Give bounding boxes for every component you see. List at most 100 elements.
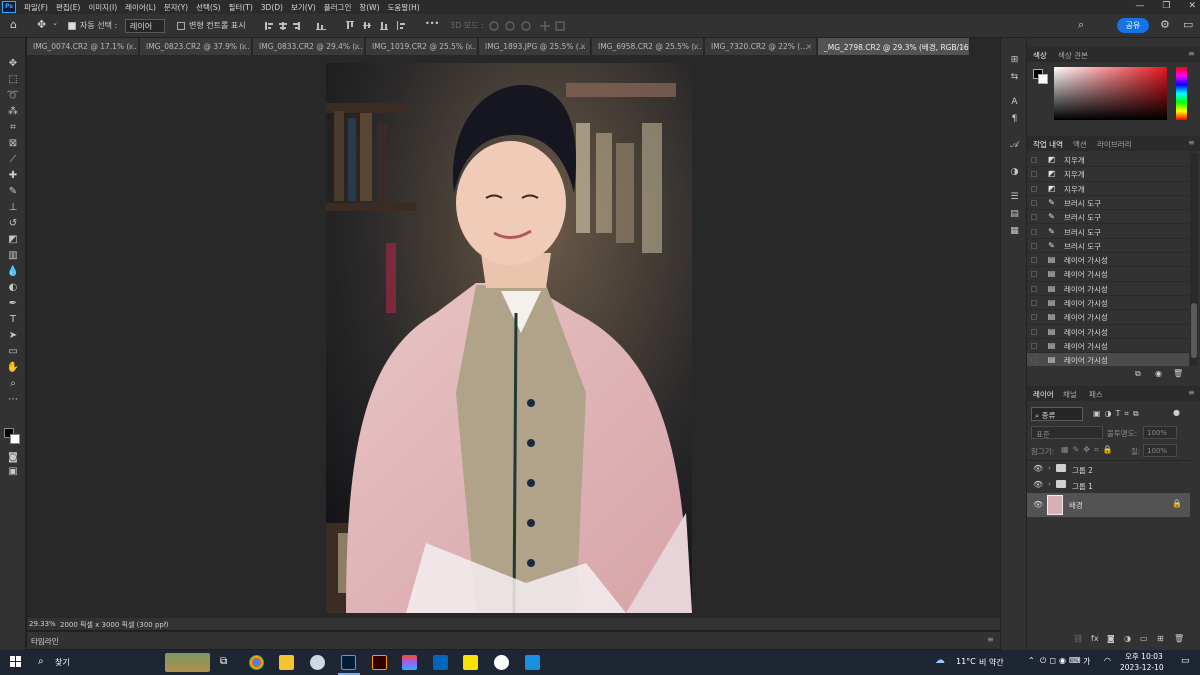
marquee-tool-icon[interactable]: ⬚ bbox=[6, 74, 20, 86]
app-store-icon[interactable] bbox=[525, 655, 540, 670]
close-tab-icon[interactable]: × bbox=[580, 42, 586, 51]
align-buttons-icon[interactable] bbox=[264, 20, 334, 32]
clock-time[interactable]: 오후 10:03 bbox=[1125, 651, 1163, 662]
app-icon[interactable] bbox=[310, 655, 325, 670]
clone-stamp-tool-icon[interactable]: ⊥ bbox=[6, 202, 20, 214]
document-tab[interactable]: IMG_0074.CR2 @ 17.1% (... × bbox=[27, 38, 139, 55]
blur-tool-icon[interactable]: 💧 bbox=[6, 266, 20, 278]
gradients-icon[interactable]: ▤ bbox=[1008, 208, 1021, 220]
tab-swatches[interactable]: 색상 견본 bbox=[1058, 50, 1088, 61]
properties-icon[interactable]: ⊞ bbox=[1008, 54, 1021, 66]
history-snapshot-checkbox[interactable] bbox=[1031, 157, 1037, 163]
scrollbar-thumb[interactable] bbox=[1191, 303, 1197, 358]
hue-slider[interactable] bbox=[1176, 67, 1187, 120]
chevron-right-icon[interactable]: › bbox=[1048, 480, 1051, 488]
history-snapshot-checkbox[interactable] bbox=[1031, 242, 1037, 249]
layer-filter-dropdown[interactable]: ⌕ 종류 bbox=[1031, 407, 1083, 421]
menu-select[interactable]: 선택(S) bbox=[196, 2, 220, 13]
history-snapshot-checkbox[interactable] bbox=[1031, 300, 1037, 306]
trash-icon[interactable]: 🗑 bbox=[1173, 369, 1183, 378]
menu-help[interactable]: 도움말(H) bbox=[388, 2, 420, 13]
chevron-down-icon[interactable]: ⌄ bbox=[52, 19, 58, 27]
task-view-icon[interactable]: ⧉ bbox=[220, 656, 227, 667]
document-photo[interactable] bbox=[326, 63, 692, 613]
lock-options-icons[interactable]: ▦✎✥⌗🔒 bbox=[1061, 445, 1116, 455]
history-item[interactable]: ▤ 레이어 가시성 bbox=[1027, 282, 1189, 296]
lasso-tool-icon[interactable]: ➰ bbox=[6, 90, 20, 102]
filter-toggle-icon[interactable]: ● bbox=[1173, 408, 1180, 417]
eraser-tool-icon[interactable]: ◩ bbox=[6, 234, 20, 246]
history-item-selected[interactable]: ▤ 레이어 가시성 bbox=[1027, 353, 1189, 366]
history-item[interactable]: ▤ 레이어 가시성 bbox=[1027, 296, 1189, 311]
background-color-swatch[interactable] bbox=[10, 434, 20, 444]
vscode-icon[interactable] bbox=[433, 655, 448, 670]
hand-tool-icon[interactable]: ✋ bbox=[6, 362, 20, 374]
type-tool-icon[interactable]: T bbox=[6, 314, 20, 326]
maximize-button[interactable]: ❐ bbox=[1162, 0, 1170, 13]
snapshot-camera-icon[interactable]: ◉ bbox=[1155, 369, 1162, 378]
tab-history[interactable]: 작업 내역 bbox=[1033, 139, 1063, 150]
tab-channels[interactable]: 채널 bbox=[1063, 389, 1077, 400]
screen-mode-icon[interactable]: ▣ bbox=[6, 466, 20, 478]
minimize-button[interactable]: — bbox=[1135, 0, 1144, 13]
tab-libraries[interactable]: 라이브러리 bbox=[1097, 139, 1132, 150]
new-group-icon[interactable]: ▭ bbox=[1140, 634, 1148, 643]
history-item[interactable]: ✎ 브러시 도구 bbox=[1027, 239, 1189, 254]
notification-icon[interactable]: ▭ bbox=[1181, 656, 1190, 666]
history-item[interactable]: ▤ 레이어 가시성 bbox=[1027, 339, 1189, 354]
new-document-from-state-icon[interactable]: ⧉ bbox=[1135, 369, 1141, 379]
weather-temperature[interactable]: 11°C bbox=[956, 657, 976, 666]
styles-icon[interactable]: ◑ bbox=[1008, 166, 1021, 178]
menu-image[interactable]: 이미지(I) bbox=[88, 2, 117, 13]
history-item[interactable]: ▤ 레이어 가시성 bbox=[1027, 267, 1189, 282]
layer-row-background[interactable]: 👁 배경 🔒 bbox=[1027, 493, 1190, 517]
add-mask-icon[interactable]: ◙ bbox=[1107, 634, 1115, 643]
fill-input[interactable]: 100% bbox=[1143, 444, 1177, 457]
history-item[interactable]: ▤ 레이어 가시성 bbox=[1027, 310, 1189, 325]
share-button[interactable]: 공유 bbox=[1117, 18, 1149, 33]
document-tab[interactable]: IMG_0823.CR2 @ 37.9% (... × bbox=[140, 38, 252, 55]
glyphs-icon[interactable]: 𝒜 bbox=[1008, 139, 1021, 151]
layer-filter-type-icons[interactable]: ▣◑T⌗⧉ bbox=[1093, 409, 1143, 419]
clock-date[interactable]: 2023-12-10 bbox=[1120, 663, 1164, 672]
transform-controls-checkbox[interactable] bbox=[177, 22, 185, 30]
layer-style-fx-icon[interactable]: fx bbox=[1091, 634, 1099, 643]
home-icon[interactable]: ⌂ bbox=[10, 18, 17, 31]
history-item[interactable]: ✎ 브러시 도구 bbox=[1027, 196, 1189, 211]
history-scrollbar[interactable] bbox=[1190, 153, 1198, 366]
menu-file[interactable]: 파일(F) bbox=[24, 2, 48, 13]
layer-row-group-1[interactable]: 👁 › 그룹 1 bbox=[1027, 477, 1190, 493]
close-tab-icon[interactable]: × bbox=[693, 42, 699, 51]
document-tab[interactable]: IMG_1019.CR2 @ 25.5% (... × bbox=[366, 38, 478, 55]
chevron-right-icon[interactable]: › bbox=[1048, 464, 1051, 472]
close-button[interactable]: ✕ bbox=[1188, 0, 1196, 13]
tab-layers[interactable]: 레이어 bbox=[1033, 389, 1054, 400]
panel-menu-icon[interactable]: ≡ bbox=[1188, 388, 1195, 397]
close-tab-icon[interactable]: × bbox=[467, 42, 473, 51]
quick-mask-icon[interactable]: ◙ bbox=[6, 452, 20, 464]
document-tab-active[interactable]: _MG_2798.CR2 @ 29.3% (배경, RGB/16*) * × bbox=[818, 38, 970, 55]
opacity-input[interactable]: 100% bbox=[1143, 426, 1177, 439]
magic-wand-tool-icon[interactable]: ⁂ bbox=[6, 106, 20, 118]
brush-tool-icon[interactable]: ✎ bbox=[6, 186, 20, 198]
tab-actions[interactable]: 액션 bbox=[1073, 139, 1087, 150]
menu-type[interactable]: 문자(Y) bbox=[164, 2, 188, 13]
color-field[interactable] bbox=[1054, 67, 1167, 120]
document-tab[interactable]: IMG_1893.JPG @ 25.5% (... × bbox=[479, 38, 591, 55]
system-tray-icons[interactable]: ⏻◻◉⌨ bbox=[1040, 656, 1084, 666]
chevron-right-icon[interactable]: › bbox=[164, 619, 167, 627]
blend-mode-dropdown[interactable]: 표준 bbox=[1031, 426, 1103, 439]
menu-layer[interactable]: 레이어(L) bbox=[125, 2, 156, 13]
rectangle-tool-icon[interactable]: ▭ bbox=[6, 346, 20, 358]
music-app-icon[interactable] bbox=[494, 655, 509, 670]
panel-menu-icon[interactable]: ≡ bbox=[987, 635, 994, 644]
adjustment-layer-icon[interactable]: ◑ bbox=[1124, 634, 1131, 643]
taskbar-search-label[interactable]: 찾기 bbox=[55, 657, 70, 668]
history-item[interactable]: ◩ 지우개 bbox=[1027, 167, 1189, 182]
history-item[interactable]: ◩ 지우개 bbox=[1027, 153, 1189, 168]
trash-icon[interactable]: 🗑 bbox=[1174, 634, 1184, 643]
close-tab-icon[interactable]: × bbox=[354, 42, 360, 51]
panel-menu-icon[interactable]: ≡ bbox=[1188, 138, 1195, 147]
crop-tool-icon[interactable]: ⌗ bbox=[6, 122, 20, 134]
tab-paths[interactable]: 패스 bbox=[1089, 389, 1103, 400]
